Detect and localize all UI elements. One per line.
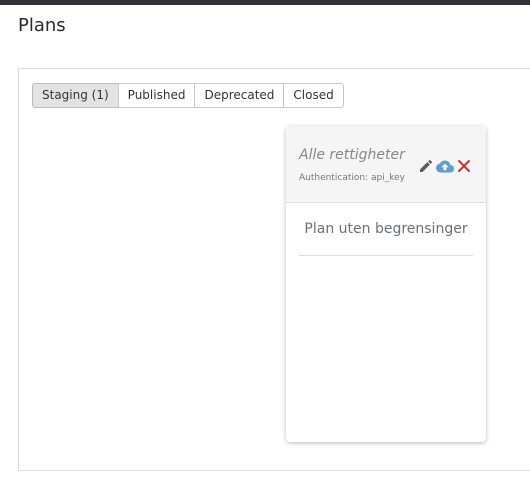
- tab-deprecated[interactable]: Deprecated: [194, 83, 285, 108]
- tab-published[interactable]: Published: [117, 83, 196, 108]
- pencil-icon[interactable]: [417, 157, 435, 175]
- plan-items: Plan uten begrensinger: [299, 203, 473, 256]
- cloud-upload-icon[interactable]: [436, 157, 454, 175]
- tab-closed[interactable]: Closed: [283, 83, 344, 108]
- plan-status-tabs: Staging (1) Published Deprecated Closed: [32, 83, 344, 108]
- top-bar: [0, 0, 530, 5]
- plan-authentication: Authentication: api_key: [299, 173, 405, 183]
- plan-title: Alle rettigheter: [299, 147, 405, 163]
- close-icon[interactable]: [455, 157, 473, 175]
- plan-card: Alle rettigheter Authentication: api_key…: [286, 126, 486, 442]
- plan-item[interactable]: Plan uten begrensinger: [299, 203, 473, 256]
- tab-staging[interactable]: Staging (1): [32, 83, 119, 108]
- plan-card-header: Alle rettigheter Authentication: api_key: [286, 126, 486, 203]
- page-title: Plans: [18, 15, 66, 36]
- plan-actions: [417, 157, 474, 175]
